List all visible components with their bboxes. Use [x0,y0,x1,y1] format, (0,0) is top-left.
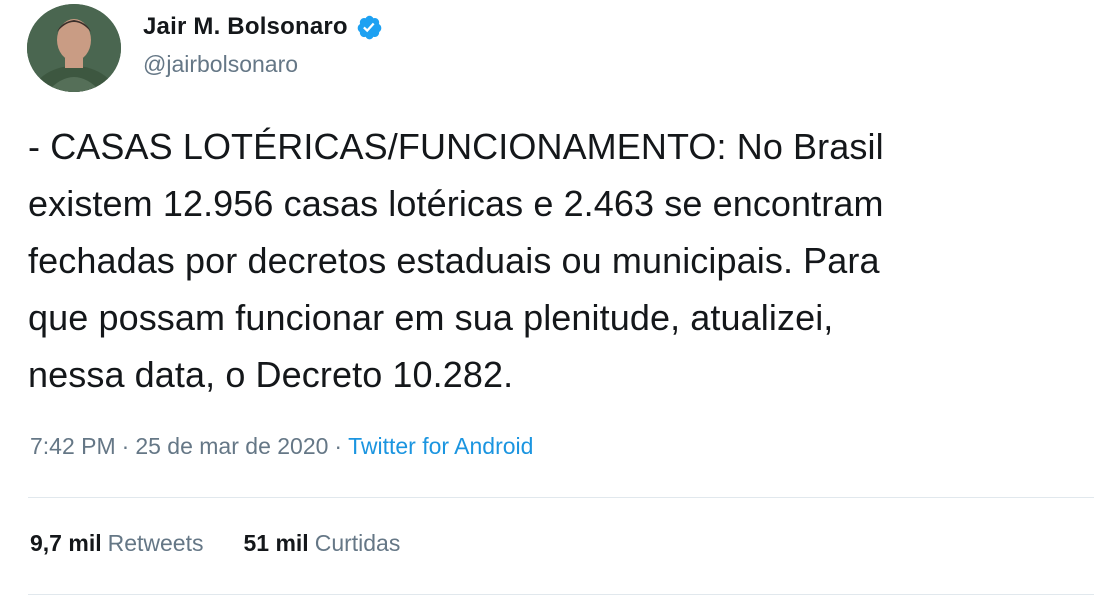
author-name-row: Jair M. Bolsonaro [143,8,383,46]
author-display-name[interactable]: Jair M. Bolsonaro [143,13,348,41]
tweet-meta: 7:42 PM · 25 de mar de 2020 · Twitter for An… [30,433,533,460]
likes-count: 51 mil [243,530,309,556]
retweets-count: 9,7 mil [30,530,102,556]
author-handle[interactable]: @jairbolsonaro [143,51,383,78]
tweet-time[interactable]: 7:42 PM [30,433,116,459]
divider [28,594,1094,595]
profile-photo-icon [27,4,121,92]
tweet-stats: 9,7 mil Retweets 51 mil Curtidas [30,530,440,557]
tweet-source-link[interactable]: Twitter for Android [348,433,533,459]
tweet-card: Jair M. Bolsonaro @jairbolsonaro - CASAS… [0,0,1094,600]
retweets-stat[interactable]: 9,7 mil Retweets [30,530,203,557]
tweet-text: - CASAS LOTÉRICAS/FUNCIONAMENTO: No Bras… [28,126,884,395]
likes-stat[interactable]: 51 mil Curtidas [243,530,400,557]
tweet-date[interactable]: 25 de mar de 2020 [135,433,328,459]
retweets-label: Retweets [107,530,204,556]
meta-separator: · [121,433,130,459]
divider [28,497,1094,498]
avatar[interactable] [27,4,121,92]
likes-label: Curtidas [314,530,401,556]
tweet-author: Jair M. Bolsonaro @jairbolsonaro [143,8,383,78]
verified-badge-icon [356,14,383,41]
meta-separator: · [334,433,343,459]
